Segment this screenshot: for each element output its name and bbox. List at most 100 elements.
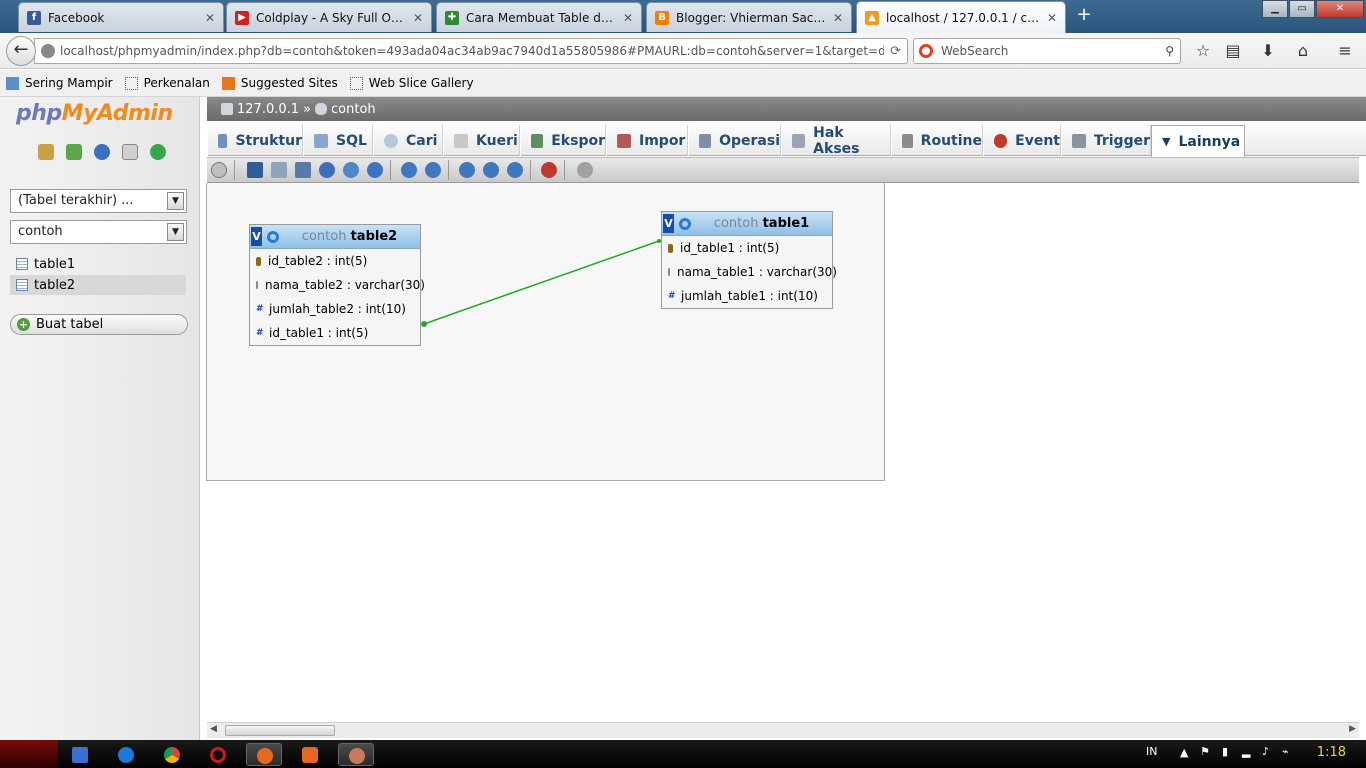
load-page-icon[interactable] (271, 162, 287, 178)
home-icon[interactable] (38, 144, 54, 160)
search-icon[interactable]: ⚲ (1165, 44, 1174, 58)
move-menu-icon[interactable] (577, 162, 593, 178)
chevron-down-icon[interactable]: ▼ (167, 223, 184, 241)
designer-column[interactable]: # jumlah_table1 : int(10) (662, 284, 832, 308)
tab-facebook[interactable]: f Facebook ✕ (18, 2, 224, 32)
start-button[interactable] (0, 740, 58, 768)
create-table-button[interactable]: + Buat tabel (10, 314, 188, 335)
create-relation-icon[interactable] (295, 162, 311, 178)
tab-struktur[interactable]: Struktur (207, 125, 303, 156)
small-big-all-icon[interactable] (459, 162, 475, 178)
volume-icon[interactable]: ♪ (1262, 745, 1269, 758)
bookmark-web-slice-gallery[interactable]: Web Slice Gallery (349, 76, 474, 90)
horizontal-scrollbar[interactable]: ◀ ▶ (207, 722, 1359, 738)
search-input[interactable]: WebSearch ⚲ (913, 38, 1181, 64)
scroll-left-icon[interactable]: ◀ (210, 724, 217, 734)
snap-grid-icon[interactable] (425, 162, 441, 178)
tab-kueri[interactable]: Kueri (443, 125, 520, 156)
tab-routine[interactable]: Routine (891, 125, 983, 156)
help-icon[interactable] (94, 144, 110, 160)
designer-canvas[interactable]: V contoh table2 id_table2 : int(5) nama_… (206, 183, 885, 481)
close-icon[interactable]: ✕ (205, 11, 215, 25)
export-schema-icon[interactable] (541, 162, 557, 178)
back-button[interactable]: ← (6, 36, 36, 66)
bookmark-suggested-sites[interactable]: Suggested Sites (221, 76, 338, 90)
help-icon[interactable] (343, 162, 359, 178)
toggle-columns-button[interactable]: V (663, 214, 674, 233)
toggle-columns-button[interactable]: V (251, 227, 262, 246)
language-indicator[interactable]: IN (1146, 745, 1157, 758)
taskbar-explorer[interactable] (62, 743, 98, 766)
scroll-right-icon[interactable]: ▶ (1349, 724, 1356, 734)
gear-icon[interactable] (679, 217, 691, 230)
table-item-table1[interactable]: table1 (10, 254, 186, 274)
designer-column[interactable]: # id_table1 : int(5) (250, 321, 420, 345)
clock[interactable]: 1:18 (1317, 745, 1346, 760)
designer-table-header[interactable]: V contoh table1 (662, 212, 832, 236)
url-bar[interactable]: localhost/phpmyadmin/index.php?db=contoh… (34, 38, 908, 64)
usb-icon[interactable]: ⌁ (1282, 745, 1289, 758)
reload-icon[interactable] (319, 162, 335, 178)
tab-ekspor[interactable]: Ekspor (520, 125, 606, 156)
close-icon[interactable]: ✕ (413, 11, 423, 25)
designer-column[interactable]: id_table1 : int(5) (662, 236, 832, 260)
angular-links-icon[interactable] (401, 162, 417, 178)
designer-column[interactable]: id_table2 : int(5) (250, 249, 420, 273)
bookmarks-list-icon[interactable]: ▤ (1223, 41, 1243, 61)
tab-blogger[interactable]: B Blogger: Vhierman Sach - ... ✕ (646, 2, 852, 32)
close-icon[interactable]: ✕ (1047, 11, 1057, 25)
tab-lainnya[interactable]: ▼ Lainnya (1151, 125, 1245, 157)
tab-phpmyadmin[interactable]: ▲ localhost / 127.0.0.1 / cont... ✕ (856, 1, 1066, 33)
flag-icon[interactable]: ⚑ (1200, 745, 1210, 758)
designer-table-table1[interactable]: V contoh table1 id_table1 : int(5) nama_… (661, 211, 837, 309)
toggle-menu-icon[interactable] (211, 162, 227, 178)
taskbar-chrome[interactable] (154, 743, 190, 766)
tab-sql[interactable]: SQL (303, 125, 373, 156)
info-icon[interactable] (367, 162, 383, 178)
menu-icon[interactable]: ≡ (1335, 41, 1355, 61)
phpmyadmin-logo[interactable]: phpMyAdmin (16, 101, 173, 126)
taskbar-xampp[interactable] (292, 743, 328, 766)
minimize-button[interactable]: ▁ (1262, 0, 1288, 18)
taskbar-media-player[interactable] (108, 743, 144, 766)
database-select[interactable]: contoh ▼ (10, 220, 187, 244)
tab-event[interactable]: Event (983, 125, 1061, 156)
designer-column[interactable]: nama_table1 : varchar(30) (662, 260, 837, 284)
chevron-down-icon[interactable]: ▼ (167, 192, 184, 210)
close-window-button[interactable]: ✕ (1316, 0, 1364, 18)
bookmark-sering-mampir[interactable]: Sering Mampir (6, 76, 113, 90)
taskbar-app[interactable] (338, 743, 374, 766)
bookmark-perkenalan[interactable]: Perkenalan (124, 76, 210, 90)
close-icon[interactable]: ✕ (833, 11, 843, 25)
breadcrumb-database[interactable]: contoh (331, 102, 376, 117)
toggle-small-big-icon[interactable] (483, 162, 499, 178)
reload-icon[interactable] (150, 144, 166, 160)
logout-icon[interactable] (66, 144, 82, 160)
download-icon[interactable]: ⬇ (1258, 41, 1278, 61)
save-icon[interactable] (247, 162, 263, 178)
home-icon[interactable]: ⌂ (1293, 41, 1313, 61)
tab-cari[interactable]: Cari (373, 125, 443, 156)
taskbar-firefox[interactable] (246, 743, 282, 766)
designer-column[interactable]: # jumlah_table2 : int(10) (250, 297, 420, 321)
show-hidden-icons-icon[interactable]: ▲ (1180, 746, 1188, 759)
tab-coldplay[interactable]: ▶ Coldplay - A Sky Full Of St... ✕ (226, 2, 432, 32)
table-list-icon[interactable] (507, 162, 523, 178)
tab-trigger[interactable]: Trigger (1061, 125, 1151, 156)
maximize-button[interactable]: ▭ (1289, 0, 1315, 18)
tab-operasi[interactable]: Operasi (688, 125, 781, 156)
tab-cara-membuat[interactable]: ✚ Cara Membuat Table deng... ✕ (436, 2, 642, 32)
designer-table-header[interactable]: V contoh table2 (250, 225, 420, 249)
scrollbar-thumb[interactable] (225, 725, 335, 736)
documentation-icon[interactable] (122, 144, 138, 160)
tab-impor[interactable]: Impor (606, 125, 688, 156)
taskbar-opera[interactable] (200, 743, 236, 766)
new-tab-button[interactable]: + (1074, 6, 1094, 26)
breadcrumb-server[interactable]: 127.0.0.1 (237, 102, 299, 117)
battery-icon[interactable]: ▮ (1222, 745, 1228, 758)
designer-column[interactable]: nama_table2 : varchar(30) (250, 273, 425, 297)
bookmark-star-icon[interactable]: ☆ (1193, 41, 1213, 61)
tab-hak-akses[interactable]: Hak Akses (781, 125, 891, 157)
recent-tables-select[interactable]: (Tabel terakhir) ... ▼ (10, 189, 187, 213)
table-item-table2[interactable]: table2 (10, 275, 186, 295)
